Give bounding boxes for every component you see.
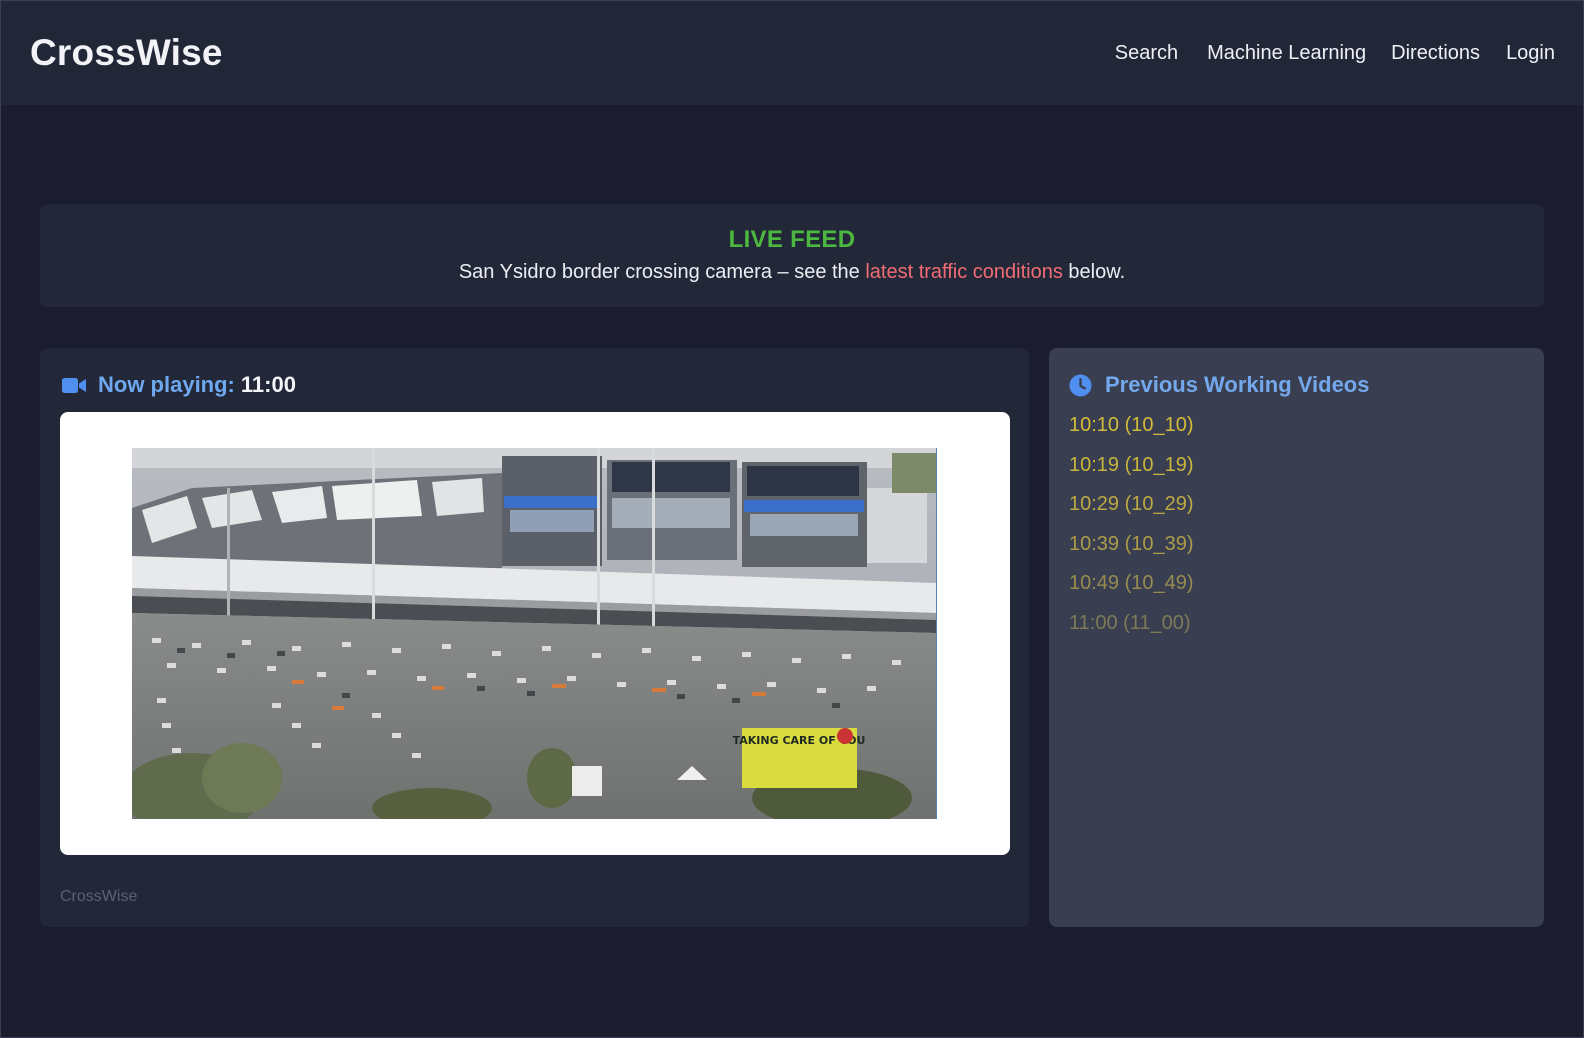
video-player-card: Now playing: 11:00 TAKING CARE OF YOU Cr… bbox=[40, 348, 1029, 927]
previous-video-item[interactable]: 10:49 (10_49) bbox=[1069, 570, 1194, 610]
previous-video-item[interactable]: 10:10 (10_10) bbox=[1069, 412, 1194, 452]
live-feed-banner: LIVE FEED San Ysidro border crossing cam… bbox=[40, 204, 1544, 307]
description-text-end: below. bbox=[1062, 261, 1126, 283]
navbar: CrossWise Search Machine Learning Direct… bbox=[1, 1, 1583, 105]
traffic-conditions-link[interactable]: latest traffic conditions bbox=[865, 261, 1063, 283]
previous-videos-header: Previous Working Videos bbox=[1069, 372, 1369, 398]
previous-video-item[interactable]: 10:39 (10_39) bbox=[1069, 531, 1194, 571]
previous-video-item[interactable]: 10:29 (10_29) bbox=[1069, 491, 1194, 531]
live-feed-description: San Ysidro border crossing camera – see … bbox=[40, 261, 1544, 284]
now-playing-time: 11:00 bbox=[240, 372, 296, 397]
now-playing-header: Now playing: 11:00 bbox=[62, 372, 296, 398]
card-footer-text: CrossWise bbox=[60, 888, 138, 905]
now-playing-label: Now playing: bbox=[98, 372, 235, 397]
video-player[interactable]: TAKING CARE OF YOU bbox=[132, 448, 937, 819]
nav-directions-link[interactable]: Directions bbox=[1391, 42, 1480, 65]
border-crossing-camera-image: TAKING CARE OF YOU bbox=[132, 448, 936, 819]
live-feed-title: LIVE FEED bbox=[728, 226, 856, 253]
video-camera-icon bbox=[62, 377, 86, 393]
previous-videos-panel: Previous Working Videos 10:10 (10_10) 10… bbox=[1049, 348, 1544, 927]
brand-logo[interactable]: CrossWise bbox=[30, 32, 223, 74]
previous-videos-list: 10:10 (10_10) 10:19 (10_19) 10:29 (10_29… bbox=[1069, 412, 1194, 650]
nav-search-link[interactable]: Search bbox=[1115, 42, 1178, 65]
previous-video-item[interactable]: 10:19 (10_19) bbox=[1069, 452, 1194, 492]
nav-links: Search Machine Learning Directions Login bbox=[1115, 42, 1555, 65]
clock-icon bbox=[1069, 373, 1092, 397]
nav-login-link[interactable]: Login bbox=[1506, 42, 1555, 65]
description-text: San Ysidro border crossing camera – see … bbox=[458, 261, 866, 283]
previous-videos-title: Previous Working Videos bbox=[1105, 372, 1370, 397]
video-frame: TAKING CARE OF YOU bbox=[60, 412, 1010, 855]
previous-video-item[interactable]: 11:00 (11_00) bbox=[1069, 610, 1194, 650]
nav-machine-learning-link[interactable]: Machine Learning bbox=[1207, 42, 1366, 65]
